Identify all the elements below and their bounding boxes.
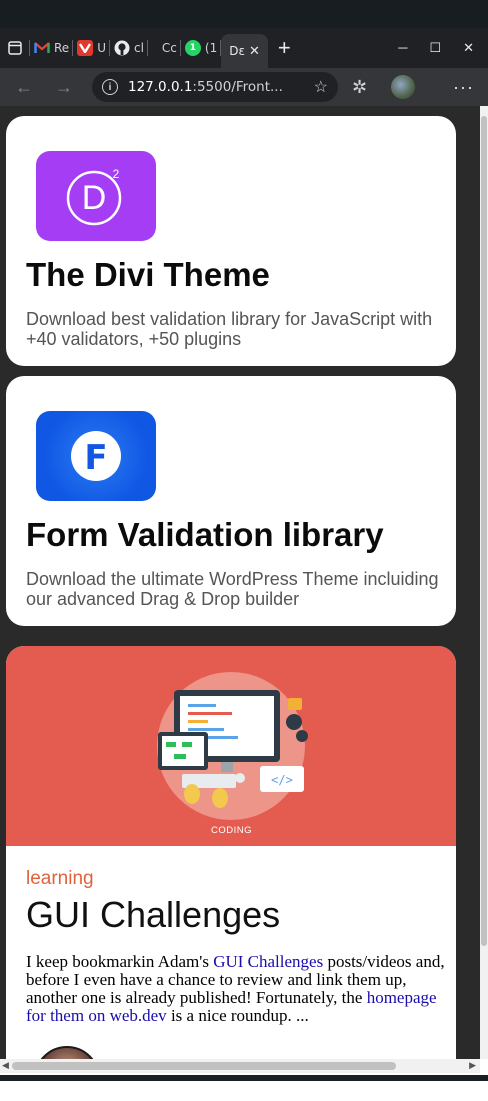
- minimize-icon[interactable]: ─: [398, 40, 407, 56]
- scrollbar-thumb[interactable]: [481, 116, 487, 946]
- tab-search-button[interactable]: [0, 32, 30, 64]
- window-controls: ─ ☐ ✕: [398, 40, 488, 56]
- image-caption: CODING: [211, 825, 252, 836]
- close-icon[interactable]: ✕: [249, 44, 260, 59]
- tab-page[interactable]: Cc: [148, 32, 181, 64]
- whatsapp-icon: 1: [184, 40, 201, 56]
- gmail-icon: [34, 40, 50, 56]
- card-divi[interactable]: D 2 The Divi Theme Download best validat…: [6, 116, 456, 366]
- svg-text:F: F: [84, 438, 107, 478]
- info-icon[interactable]: i: [102, 79, 118, 95]
- tab-overview-icon: [8, 41, 22, 55]
- card-description: Download the ultimate WordPress Theme in…: [26, 569, 439, 609]
- address-bar[interactable]: i 127.0.0.1:5500/Front... ☆: [92, 72, 338, 102]
- svg-text:2: 2: [113, 167, 120, 181]
- taskbar-strip: [0, 1075, 488, 1081]
- tab-vivaldi[interactable]: U: [73, 32, 110, 64]
- back-arrow-icon[interactable]: ←: [4, 77, 44, 98]
- post-category[interactable]: learning: [26, 868, 94, 890]
- author-avatar[interactable]: [34, 1046, 100, 1059]
- forward-arrow-icon[interactable]: →: [44, 77, 84, 98]
- url-text[interactable]: 127.0.0.1:5500/Front...: [128, 79, 304, 95]
- scroll-right-icon[interactable]: ▶: [469, 1060, 476, 1071]
- tab-label: U: [97, 41, 106, 55]
- card-description: Download best validation library for Jav…: [26, 309, 433, 349]
- scrollbar-thumb[interactable]: [12, 1062, 396, 1070]
- avatar[interactable]: [391, 75, 416, 99]
- vertical-scrollbar[interactable]: [480, 106, 488, 1059]
- tab-label: Dε: [229, 44, 245, 58]
- extensions-icon[interactable]: ✲: [352, 77, 367, 98]
- maximize-icon[interactable]: ☐: [429, 40, 441, 56]
- github-icon: [114, 40, 130, 56]
- tab-label: (1: [204, 41, 218, 55]
- post-title[interactable]: GUI Challenges: [26, 894, 280, 936]
- card-title: The Divi Theme: [26, 256, 270, 293]
- blog-post-card[interactable]: </> CODING learning GUI Challenges I kee…: [6, 646, 456, 1059]
- svg-text:</>: </>: [271, 773, 293, 787]
- svg-text:D: D: [82, 179, 107, 217]
- scroll-left-icon[interactable]: ◀: [2, 1060, 9, 1071]
- notification-badge: 1: [189, 43, 197, 53]
- divi-logo-icon: D 2: [36, 151, 156, 241]
- more-menu-icon[interactable]: ···: [453, 77, 474, 98]
- card-title: Form Validation library: [26, 516, 384, 553]
- tab-strip: Re U cl Cc 1 (1 Dε ✕ + ─ ☐ ✕: [0, 28, 488, 68]
- page-viewport: D 2 The Divi Theme Download best validat…: [0, 106, 480, 1059]
- tab-label: Cc: [161, 41, 177, 55]
- tab-active[interactable]: Dε ✕: [221, 34, 268, 68]
- card-form-validation[interactable]: F Form Validation library Download the u…: [6, 376, 456, 626]
- gui-challenges-link[interactable]: GUI Challenges: [213, 952, 323, 971]
- vivaldi-icon: [77, 40, 94, 56]
- tab-label: Re: [54, 41, 70, 55]
- tab-github[interactable]: cl: [110, 32, 148, 64]
- browser-toolbar: ← → i 127.0.0.1:5500/Front... ☆ ✲ ···: [0, 68, 488, 106]
- star-icon[interactable]: ☆: [314, 77, 328, 97]
- new-tab-button[interactable]: +: [278, 37, 291, 59]
- close-window-icon[interactable]: ✕: [463, 40, 474, 56]
- tab-whatsapp[interactable]: 1 (1: [181, 32, 222, 64]
- coding-illustration-icon: </>: [157, 672, 308, 820]
- form-validation-logo-icon: F: [36, 411, 156, 501]
- tab-label: cl: [133, 41, 144, 55]
- window-titlebar: [0, 0, 488, 28]
- tab-gmail[interactable]: Re: [30, 32, 74, 64]
- post-hero-image: </> CODING: [6, 646, 456, 846]
- horizontal-scrollbar[interactable]: ◀ ▶: [0, 1059, 480, 1073]
- post-excerpt: I keep bookmarkin Adam's GUI Challenges …: [26, 952, 445, 1025]
- taskbar: [0, 1073, 488, 1101]
